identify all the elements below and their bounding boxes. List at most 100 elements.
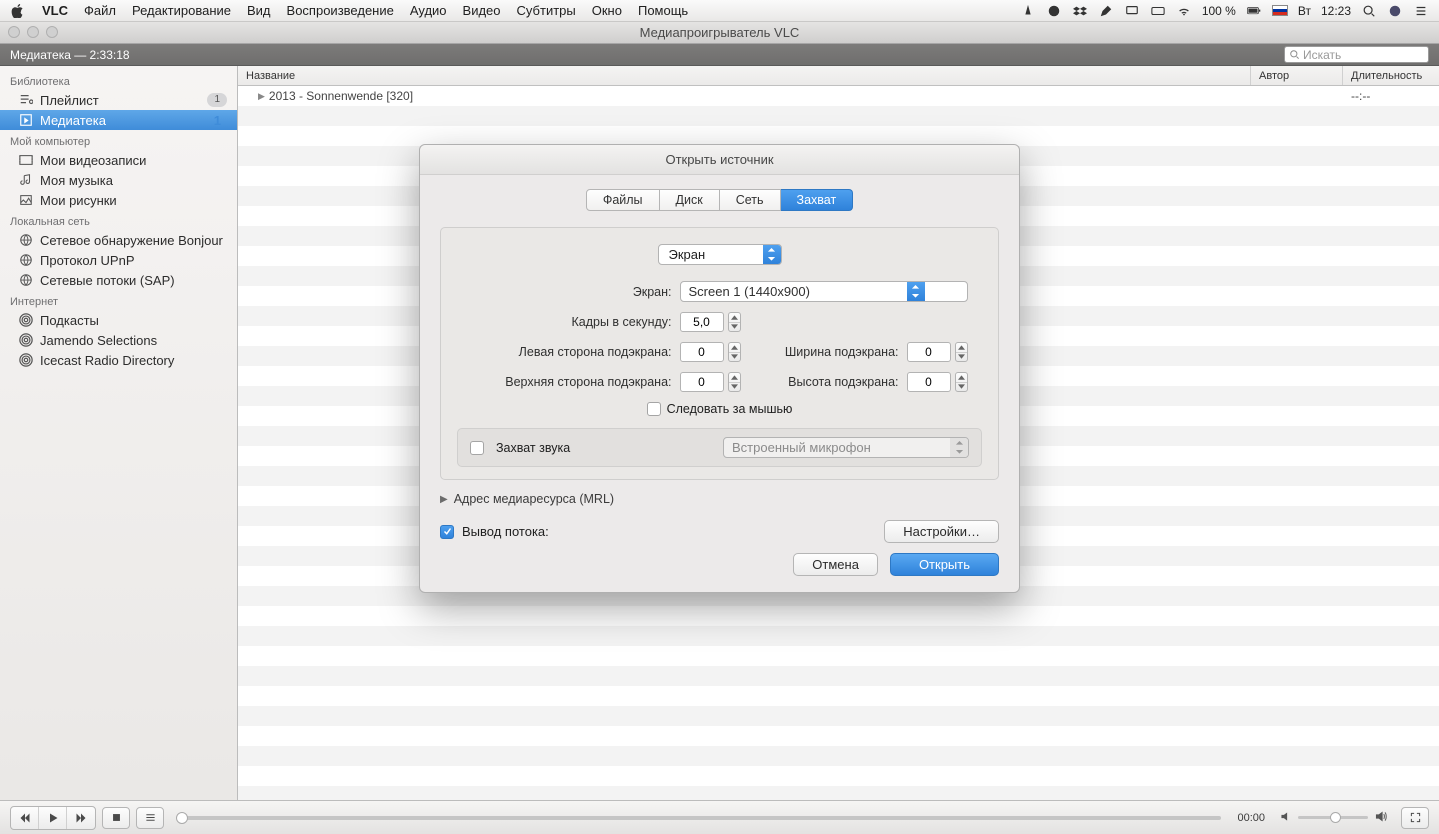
search-placeholder: Искать [1303,48,1341,62]
menu-view[interactable]: Вид [247,3,271,18]
stepper-up-icon[interactable] [729,373,740,383]
status-wifi-icon[interactable] [1176,3,1192,19]
width-input[interactable] [907,342,951,362]
left-stepper[interactable] [680,342,741,362]
sidebar-item-label: Мои рисунки [40,193,117,208]
cancel-button[interactable]: Отмена [793,553,878,576]
apple-menu-icon[interactable] [10,3,26,19]
seek-slider[interactable] [180,816,1221,820]
stepper-down-icon[interactable] [956,383,967,392]
status-battery-icon[interactable] [1246,3,1262,19]
volume-slider[interactable] [1298,816,1368,819]
settings-button[interactable]: Настройки… [884,520,999,543]
volume-high-icon[interactable] [1374,810,1387,826]
sidebar-item-bonjour[interactable]: Сетевое обнаружение Bonjour [0,230,237,250]
sidebar-item-jamendo[interactable]: Jamendo Selections [0,330,237,350]
height-input[interactable] [907,372,951,392]
status-line-icon[interactable] [1046,3,1062,19]
menu-subtitles[interactable]: Субтитры [517,3,576,18]
status-spotlight-icon[interactable] [1361,3,1377,19]
stepper-up-icon[interactable] [729,313,740,323]
play-button[interactable] [39,807,67,829]
top-stepper[interactable] [680,372,741,392]
width-stepper[interactable] [907,342,968,362]
stream-output-checkbox[interactable] [440,525,454,539]
status-pen-icon[interactable] [1098,3,1114,19]
column-duration[interactable]: Длительность [1343,66,1439,85]
stop-button[interactable] [102,807,130,829]
sidebar-count: 1 [214,113,227,128]
height-stepper[interactable] [907,372,968,392]
status-notifications-icon[interactable] [1413,3,1429,19]
sidebar-item-label: Сетевое обнаружение Bonjour [40,233,223,248]
column-author[interactable]: Автор [1251,66,1343,85]
follow-mouse-checkbox[interactable] [647,402,661,416]
capture-audio-label: Захват звука [496,441,570,455]
status-keyboard-icon[interactable] [1150,3,1166,19]
status-input-flag-icon[interactable] [1272,5,1288,16]
capture-source-select[interactable]: Экран [658,244,782,265]
time-display: 00:00 [1237,812,1265,824]
stepper-down-icon[interactable] [729,353,740,362]
audio-device-select: Встроенный микрофон [723,437,969,458]
status-dropbox-icon[interactable] [1072,3,1088,19]
next-button[interactable] [67,807,95,829]
sidebar-item-music[interactable]: Моя музыка [0,170,237,190]
window-traffic-lights[interactable] [8,26,58,38]
menu-window[interactable]: Окно [592,3,622,18]
sidebar-item-medialib[interactable]: Медиатека 1 [0,110,237,130]
prev-button[interactable] [11,807,39,829]
menu-playback[interactable]: Воспроизведение [287,3,394,18]
menu-edit[interactable]: Редактирование [132,3,231,18]
stepper-down-icon[interactable] [956,353,967,362]
sidebar-item-videos[interactable]: Мои видеозаписи [0,150,237,170]
sidebar-item-pictures[interactable]: Мои рисунки [0,190,237,210]
tab-disc[interactable]: Диск [660,189,720,211]
menu-file[interactable]: Файл [84,3,116,18]
fps-stepper[interactable] [680,312,968,332]
menu-help[interactable]: Помощь [638,3,688,18]
playlist-toggle-button[interactable] [136,807,164,829]
stepper-up-icon[interactable] [956,373,967,383]
stepper-down-icon[interactable] [729,383,740,392]
disclosure-triangle-icon[interactable]: ▶ [258,91,265,102]
sidebar-item-icecast[interactable]: Icecast Radio Directory [0,350,237,370]
sidebar-item-label: Сетевые потоки (SAP) [40,273,175,288]
sidebar-item-sap[interactable]: Сетевые потоки (SAP) [0,270,237,290]
sidebar-item-playlist[interactable]: Плейлист 1 [0,90,237,110]
tab-capture[interactable]: Захват [781,189,854,211]
tab-files[interactable]: Файлы [586,189,660,211]
stepper-up-icon[interactable] [956,343,967,353]
video-icon [18,152,34,168]
status-day[interactable]: Вт [1298,4,1311,18]
app-menu[interactable]: VLC [42,3,68,18]
fps-label: Кадры в секунду: [472,315,672,329]
table-row[interactable]: ▶2013 - Sonnenwende [320] --:-- [238,86,1439,106]
left-input[interactable] [680,342,724,362]
status-vlc-icon[interactable] [1020,3,1036,19]
fullscreen-button[interactable] [1401,807,1429,829]
fps-input[interactable] [680,312,724,332]
sidebar-item-podcasts[interactable]: Подкасты [0,310,237,330]
menu-video[interactable]: Видео [463,3,501,18]
tab-network[interactable]: Сеть [720,189,781,211]
volume-low-icon[interactable] [1279,810,1292,826]
capture-audio-checkbox[interactable] [470,441,484,455]
status-time[interactable]: 12:23 [1321,4,1351,18]
sidebar-section-library: Библиотека [0,70,237,90]
music-icon [18,172,34,188]
screen-select[interactable]: Screen 1 (1440x900) [680,281,968,302]
stepper-up-icon[interactable] [729,343,740,353]
stepper-down-icon[interactable] [729,323,740,332]
search-input[interactable]: Искать [1284,46,1429,63]
mrl-disclosure[interactable]: ▶ Адрес медиаресурса (MRL) [440,492,999,506]
globe-icon [18,252,34,268]
menu-audio[interactable]: Аудио [410,3,447,18]
sidebar-item-upnp[interactable]: Протокол UPnP [0,250,237,270]
status-siri-icon[interactable] [1387,3,1403,19]
open-button[interactable]: Открыть [890,553,999,576]
column-title[interactable]: Название [238,66,1251,85]
medialib-icon [18,112,34,128]
status-display-icon[interactable] [1124,3,1140,19]
top-input[interactable] [680,372,724,392]
